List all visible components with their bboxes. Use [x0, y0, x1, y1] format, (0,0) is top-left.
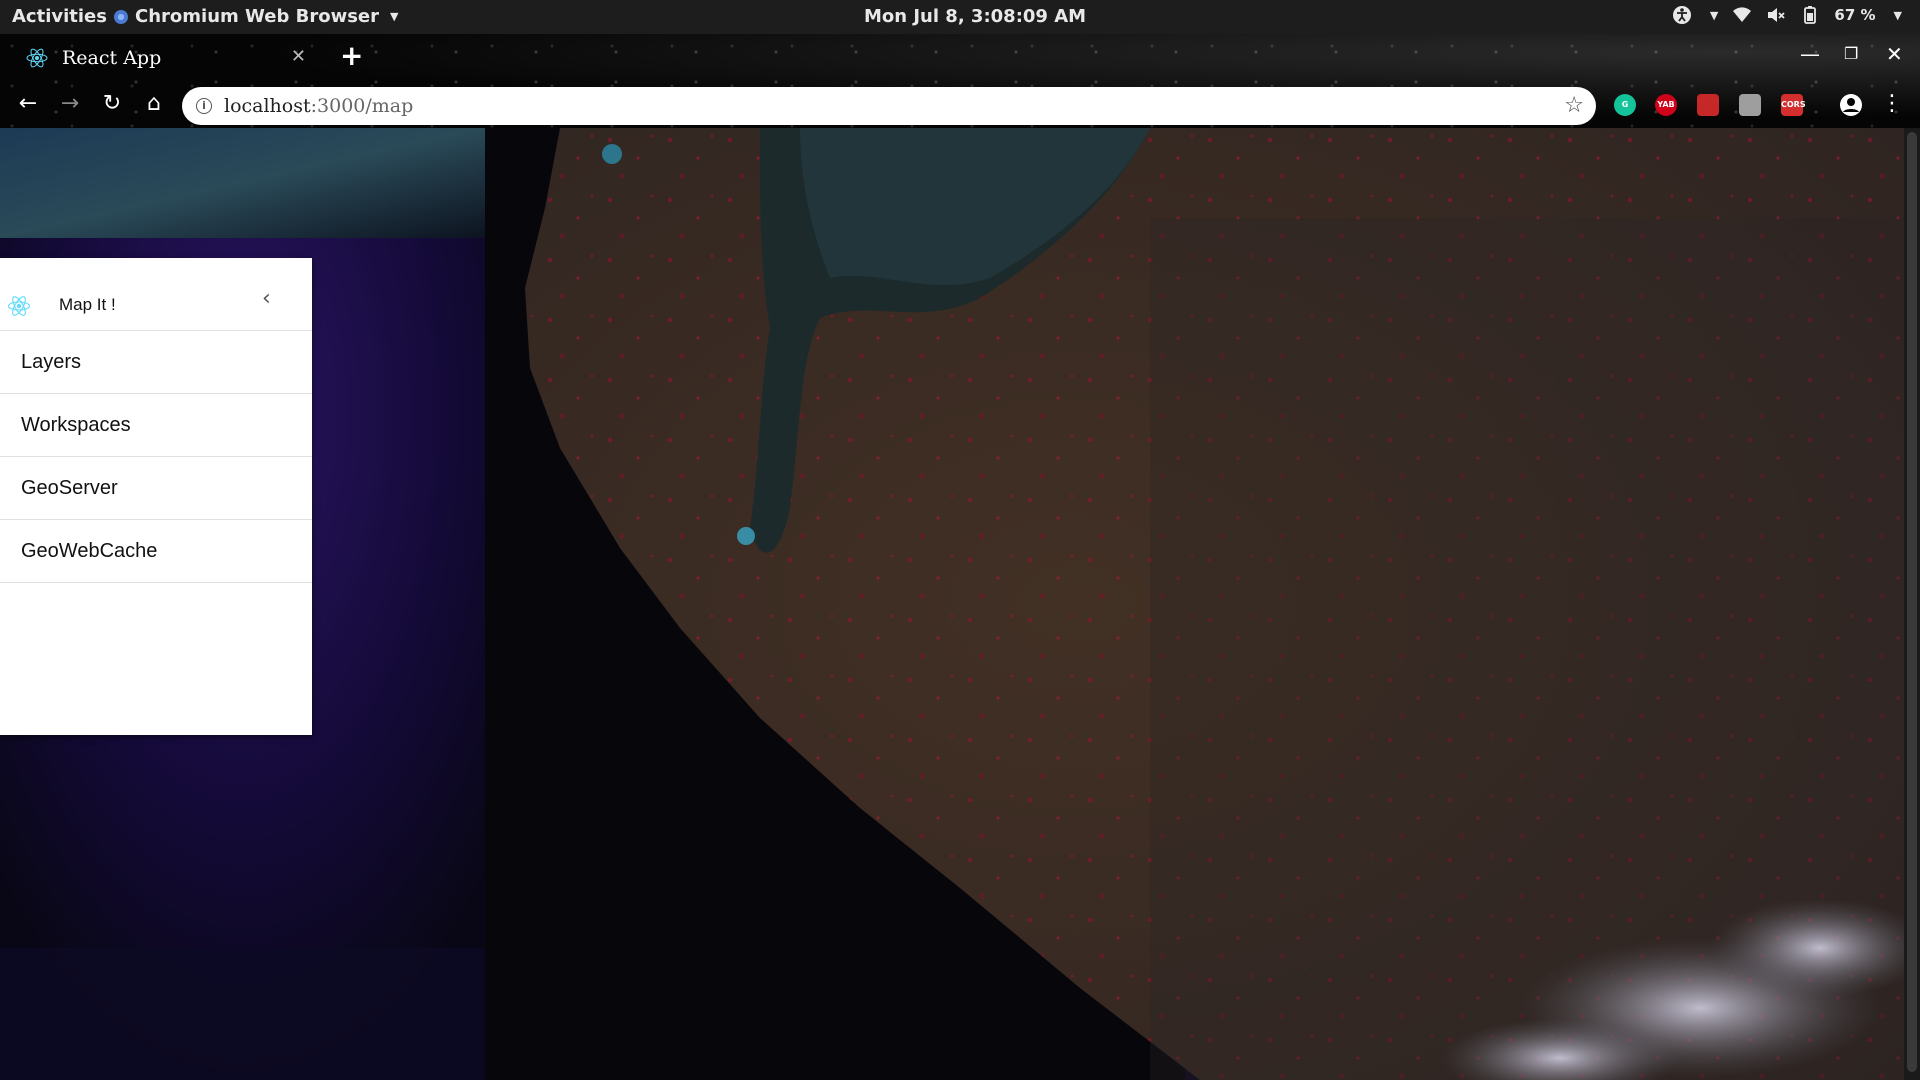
reload-button[interactable]: ↻ — [96, 88, 128, 120]
page-scrollbar[interactable] — [1904, 128, 1920, 1080]
home-button[interactable]: ⌂ — [138, 88, 170, 120]
chevron-down-icon: ▼ — [390, 10, 399, 23]
new-tab-button[interactable]: + — [340, 39, 363, 72]
url-text: localhost:3000/map — [224, 95, 413, 117]
react-icon — [26, 48, 48, 68]
bookmark-star-icon[interactable]: ☆ — [1564, 93, 1584, 118]
sidebar-item-workspaces[interactable]: Workspaces — [0, 394, 312, 457]
minimize-icon[interactable]: — — [1800, 42, 1820, 66]
app-menu[interactable]: Chromium Web Browser ▼ — [114, 6, 398, 27]
sidebar-header: Map It ! ‹ — [0, 258, 312, 331]
yab-icon[interactable]: YAB — [1655, 94, 1677, 116]
clock[interactable]: Mon Jul 8, 3:08:09 AM — [864, 6, 1086, 27]
url-host: localhost — [224, 95, 311, 117]
cors-icon[interactable]: CORS — [1781, 94, 1806, 116]
browser-frame: React App ✕ + — ❐ ✕ ← → ↻ ⌂ i localhost:… — [0, 34, 1920, 128]
collapse-sidebar-chevron-left-icon[interactable]: ‹ — [262, 286, 271, 311]
address-bar[interactable]: i localhost:3000/map ☆ — [182, 87, 1596, 125]
volume-muted-icon[interactable] — [1766, 5, 1786, 25]
ext-gray-icon[interactable] — [1739, 94, 1761, 116]
react-logo-icon — [7, 296, 31, 316]
battery-percent: 67 % — [1834, 6, 1876, 24]
scrollbar-thumb[interactable] — [1907, 132, 1917, 1072]
forward-button[interactable]: → — [54, 88, 86, 120]
chromium-icon — [114, 9, 128, 24]
restore-icon[interactable]: ❐ — [1844, 44, 1858, 63]
sidebar-item-layers[interactable]: Layers — [0, 331, 312, 394]
tab-title: React App — [62, 47, 162, 69]
tab-react-app[interactable]: React App ✕ — [8, 38, 320, 78]
browser-toolbar: ← → ↻ ⌂ i localhost:3000/map ☆ G YAB COR… — [0, 80, 1920, 128]
sidebar-item-geowebcache[interactable]: GeoWebCache — [0, 520, 312, 583]
system-tray[interactable]: ▼ 67 % ▼ — [1672, 5, 1902, 25]
grammarly-icon[interactable]: G — [1614, 94, 1636, 116]
sidebar-item-geoserver[interactable]: GeoServer — [0, 457, 312, 520]
sidebar-panel: Map It ! ‹ Layers Workspaces GeoServer G… — [0, 258, 312, 735]
chevron-down-icon: ▼ — [1893, 8, 1902, 22]
app-menu-label: Chromium Web Browser — [135, 6, 379, 27]
site-info-icon[interactable]: i — [196, 98, 212, 114]
activities-button[interactable]: Activities — [12, 6, 107, 27]
close-tab-icon[interactable]: ✕ — [291, 46, 306, 67]
system-top-bar: Activities Chromium Web Browser ▼ Mon Ju… — [0, 0, 1920, 34]
accessibility-icon[interactable] — [1672, 5, 1692, 25]
ext-red-icon[interactable] — [1697, 94, 1719, 116]
profile-avatar-icon[interactable] — [1839, 93, 1863, 117]
browser-menu-icon[interactable]: ⋮ — [1876, 88, 1908, 120]
battery-icon[interactable] — [1800, 5, 1820, 25]
app-title: Map It ! — [59, 295, 116, 314]
back-button[interactable]: ← — [12, 88, 44, 120]
wifi-icon[interactable] — [1732, 5, 1752, 25]
url-path: :3000/map — [310, 95, 414, 117]
close-window-icon[interactable]: ✕ — [1886, 42, 1903, 66]
chevron-down-icon: ▼ — [1709, 8, 1719, 22]
